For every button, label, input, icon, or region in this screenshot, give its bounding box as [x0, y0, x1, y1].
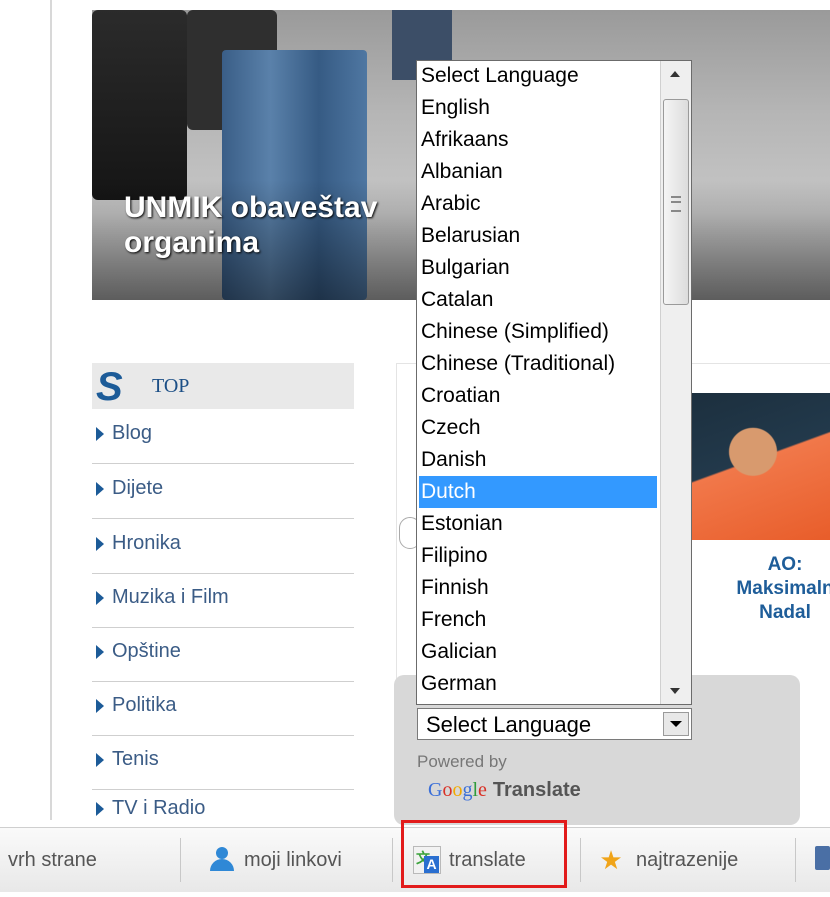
language-option[interactable]: Chinese (Simplified): [419, 316, 657, 348]
language-option[interactable]: Arabic: [419, 188, 657, 220]
arrow-right-icon: [96, 537, 104, 551]
language-option[interactable]: Croatian: [419, 380, 657, 412]
language-option[interactable]: English: [419, 92, 657, 124]
category-label[interactable]: TV i Radio: [112, 797, 205, 820]
arrow-right-icon: [96, 699, 104, 713]
s-logo-icon: S: [96, 365, 123, 409]
category-label[interactable]: Blog: [112, 422, 152, 445]
star-icon: ★: [599, 845, 623, 875]
person-silhouette: [92, 10, 187, 200]
category-label[interactable]: Tenis: [112, 748, 159, 771]
arrow-right-icon: [96, 802, 104, 816]
translate-highlight-box: [401, 820, 567, 888]
caption-line1[interactable]: AO:: [690, 553, 830, 577]
category-item-blog[interactable]: Blog: [92, 409, 354, 464]
toolbar-moji-linkovi[interactable]: moji linkovi: [210, 828, 342, 892]
category-item-politika[interactable]: Politika: [92, 681, 354, 736]
toolbar-label[interactable]: vrh strane: [8, 849, 97, 872]
language-dropdown-list[interactable]: Select Language English Afrikaans Albanian A…: [416, 60, 692, 705]
toolbar-separator: [180, 838, 181, 882]
arrow-right-icon: [96, 591, 104, 605]
language-option[interactable]: French: [419, 604, 657, 636]
caption-line3[interactable]: Nadal: [690, 601, 830, 625]
scroll-down-icon[interactable]: [663, 680, 687, 702]
toolbar-separator: [580, 838, 581, 882]
top-section-header: S TOP: [92, 363, 354, 409]
monitor-icon[interactable]: [815, 846, 830, 870]
language-option[interactable]: Danish: [419, 444, 657, 476]
scrollbar-thumb[interactable]: [663, 99, 689, 305]
language-option[interactable]: Albanian: [419, 156, 657, 188]
category-item-opstine[interactable]: Opštine: [92, 627, 354, 682]
toolbar-najtrazenije[interactable]: ★ najtrazenije: [598, 828, 738, 892]
arrow-right-icon: [96, 427, 104, 441]
language-option[interactable]: Estonian: [419, 508, 657, 540]
arrow-right-icon: [96, 753, 104, 767]
scroll-up-icon[interactable]: [663, 63, 687, 85]
category-item-hronika[interactable]: Hronika: [92, 519, 354, 574]
category-item-tenis[interactable]: Tenis: [92, 735, 354, 790]
language-option[interactable]: Finnish: [419, 572, 657, 604]
language-option[interactable]: Filipino: [419, 540, 657, 572]
arrow-right-icon: [96, 645, 104, 659]
language-select-value[interactable]: Select Language: [426, 712, 591, 738]
language-option[interactable]: Belarusian: [419, 220, 657, 252]
headline-line1[interactable]: UNMIK obaveštav: [124, 191, 377, 224]
category-label[interactable]: Hronika: [112, 532, 181, 555]
google-translate-branding[interactable]: Google Translate: [428, 779, 581, 802]
category-item-dijete[interactable]: Dijete: [92, 464, 354, 519]
chevron-down-icon[interactable]: [663, 712, 689, 736]
category-label[interactable]: Politika: [112, 694, 176, 717]
dropdown-scrollbar[interactable]: [660, 61, 691, 704]
toolbar-label[interactable]: moji linkovi: [244, 849, 342, 872]
language-option[interactable]: Bulgarian: [419, 252, 657, 284]
toolbar-vrh-strane[interactable]: vrh strane: [8, 828, 97, 892]
language-option[interactable]: Catalan: [419, 284, 657, 316]
language-option[interactable]: Select Language: [419, 61, 657, 92]
arrow-right-icon: [96, 482, 104, 496]
category-label[interactable]: Opštine: [112, 640, 181, 663]
translate-link[interactable]: Translate: [493, 779, 581, 801]
person-icon: [210, 847, 234, 873]
toolbar-label[interactable]: najtrazenije: [636, 849, 738, 872]
category-label[interactable]: Muzika i Film: [112, 586, 229, 609]
left-divider-line: [50, 0, 52, 820]
language-select[interactable]: Select Language: [417, 708, 692, 740]
toolbar-separator: [795, 838, 796, 882]
category-item-muzika-i-film[interactable]: Muzika i Film: [92, 573, 354, 628]
google-logo: Google: [428, 779, 487, 801]
language-option[interactable]: Czech: [419, 412, 657, 444]
news-thumbnail-image[interactable]: [690, 393, 830, 540]
toolbar-separator: [392, 838, 393, 882]
language-option[interactable]: Dutch: [419, 476, 657, 508]
category-label[interactable]: Dijete: [112, 477, 163, 500]
language-option[interactable]: Galician: [419, 636, 657, 668]
powered-by-label: Powered by: [417, 752, 507, 771]
language-option[interactable]: Afrikaans: [419, 124, 657, 156]
news-caption[interactable]: AO: Maksimaln Nadal: [690, 553, 830, 625]
language-option[interactable]: Chinese (Traditional): [419, 348, 657, 380]
grip-icon: [671, 196, 681, 212]
top-section-title: TOP: [152, 375, 190, 397]
caption-line2[interactable]: Maksimaln: [690, 577, 830, 601]
language-option[interactable]: German: [419, 668, 657, 700]
headline-line2[interactable]: organima: [124, 226, 259, 259]
